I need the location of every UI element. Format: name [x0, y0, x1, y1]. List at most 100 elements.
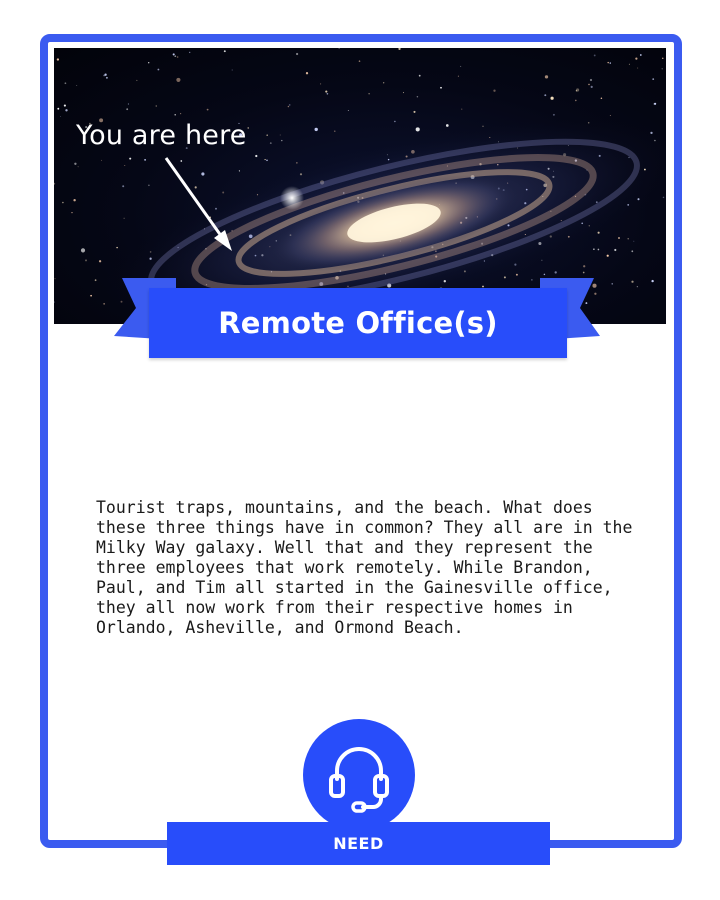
star: [222, 191, 225, 194]
star: [544, 75, 549, 79]
star: [223, 50, 226, 53]
star: [136, 79, 138, 81]
star: [80, 248, 86, 253]
star: [116, 246, 118, 249]
star: [515, 273, 518, 276]
star: [194, 186, 197, 189]
star: [631, 280, 634, 283]
star: [661, 68, 663, 70]
star: [295, 52, 299, 56]
star: [609, 114, 611, 116]
star: [631, 250, 634, 253]
star: [180, 160, 183, 162]
star: [614, 248, 617, 252]
category-badge: [303, 719, 415, 831]
star: [201, 172, 205, 176]
hero-caption: You are here: [76, 120, 247, 151]
star: [543, 273, 546, 276]
star: [62, 201, 64, 204]
star: [611, 283, 613, 285]
star: [247, 127, 249, 129]
star: [600, 97, 603, 100]
star: [503, 276, 506, 279]
star: [589, 78, 593, 82]
star: [651, 279, 654, 283]
star: [188, 51, 191, 54]
star: [176, 77, 181, 82]
star: [338, 48, 340, 49]
star: [541, 259, 543, 261]
star: [105, 76, 108, 79]
star: [57, 107, 60, 110]
star: [60, 116, 61, 117]
star: [383, 82, 385, 84]
star: [279, 134, 281, 136]
star: [266, 159, 268, 162]
star: [618, 237, 620, 239]
star: [314, 127, 318, 132]
star: [238, 170, 240, 172]
star: [85, 259, 87, 262]
star: [122, 185, 125, 188]
star: [74, 162, 77, 165]
footer-bar: NEED: [167, 822, 550, 865]
star: [637, 67, 639, 69]
star: [124, 165, 126, 166]
star: [64, 82, 67, 85]
star: [305, 72, 309, 75]
star: [347, 110, 349, 112]
star: [394, 120, 396, 123]
card-description: Tourist traps, mountains, and the beach.…: [96, 498, 633, 637]
star: [54, 301, 55, 303]
star: [127, 103, 129, 105]
star: [77, 166, 79, 168]
star: [418, 74, 421, 77]
footer-label: NEED: [333, 834, 384, 853]
headset-icon: [329, 747, 389, 813]
star: [65, 109, 68, 112]
star: [104, 73, 107, 76]
star: [652, 78, 655, 80]
star: [288, 104, 291, 106]
star: [416, 95, 419, 98]
star: [590, 85, 593, 88]
star: [628, 63, 630, 65]
star: [174, 55, 177, 58]
star: [531, 279, 533, 281]
star: [287, 105, 290, 108]
star: [639, 54, 642, 56]
star: [180, 113, 182, 115]
star: [157, 68, 160, 71]
star: [129, 157, 132, 160]
star: [264, 159, 266, 161]
star: [98, 260, 102, 263]
star: [582, 271, 585, 274]
star: [94, 279, 97, 282]
star: [255, 154, 258, 158]
star: [76, 85, 78, 86]
star: [281, 139, 283, 142]
star: [123, 217, 125, 219]
star: [101, 159, 103, 161]
star: [552, 113, 555, 116]
star: [550, 96, 554, 100]
star: [583, 265, 586, 268]
star: [206, 108, 209, 111]
star: [269, 142, 272, 145]
star: [73, 198, 76, 202]
star: [63, 104, 66, 107]
star: [440, 86, 442, 89]
star: [144, 158, 147, 161]
star: [607, 61, 609, 64]
star: [662, 57, 664, 59]
star: [148, 62, 150, 64]
star: [554, 271, 557, 274]
star: [606, 254, 609, 257]
star: [627, 238, 629, 240]
star: [413, 110, 416, 113]
title-banner: Remote Office(s): [149, 288, 567, 358]
star: [461, 108, 463, 110]
star: [148, 184, 150, 187]
star: [574, 99, 577, 102]
star: [493, 89, 496, 92]
